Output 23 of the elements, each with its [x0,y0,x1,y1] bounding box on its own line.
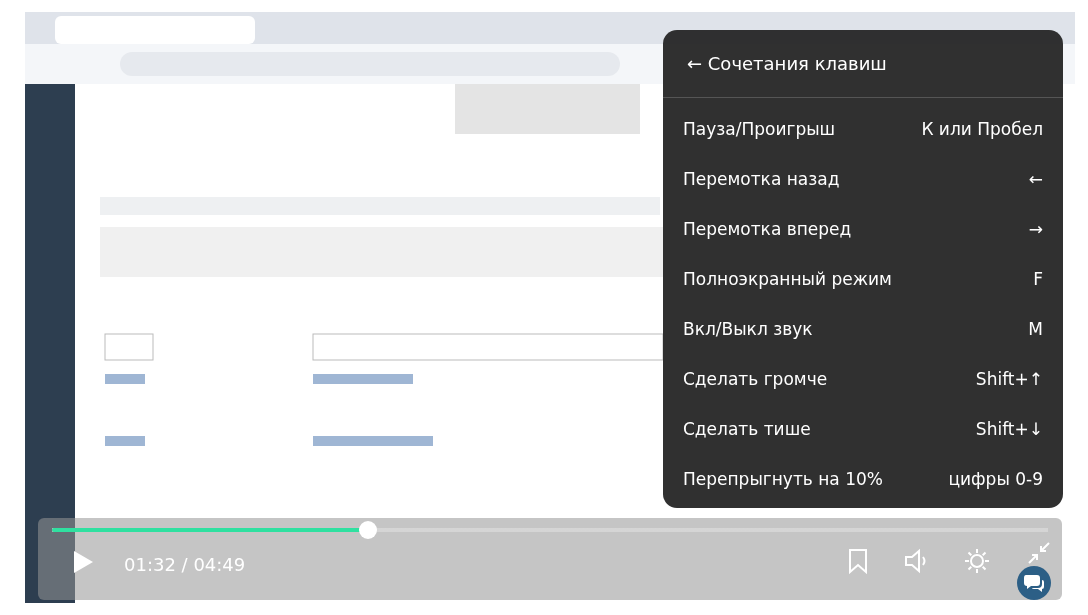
fullscreen-button[interactable] [1028,542,1050,564]
play-button[interactable] [72,550,94,574]
shortcut-keys: цифры 0-9 [948,469,1043,489]
shortcut-keys: → [1028,219,1043,239]
shortcut-action: Полноэкранный режим [683,269,892,289]
shortcut-action: Сделать громче [683,369,828,389]
shortcut-action: Вкл/Выкл звук [683,319,813,339]
back-button[interactable]: ← Сочетания клавиш [663,30,1063,98]
time-display: 01:32 / 04:49 [124,554,246,575]
shortcut-keys: M [1028,319,1043,339]
shortcut-keys: К или Пробел [921,119,1043,139]
shortcut-action: Перемотка назад [683,169,840,189]
settings-button[interactable] [964,548,990,574]
chat-icon [1023,573,1045,593]
shortcut-keys: ← [1028,169,1043,189]
shortcut-keys: Shift+↓ [975,419,1043,439]
shortcut-action: Сделать тише [683,419,811,439]
shortcut-action: Перепрыгнуть на 10% [683,469,883,489]
bookmark-button[interactable] [848,548,868,574]
shortcut-action: Пауза/Проигрыш [683,119,836,139]
shortcut-action: Перемотка вперед [683,219,852,239]
shortcut-keys: Shift+↑ [975,369,1043,389]
shortcut-keys: F [1033,269,1043,289]
